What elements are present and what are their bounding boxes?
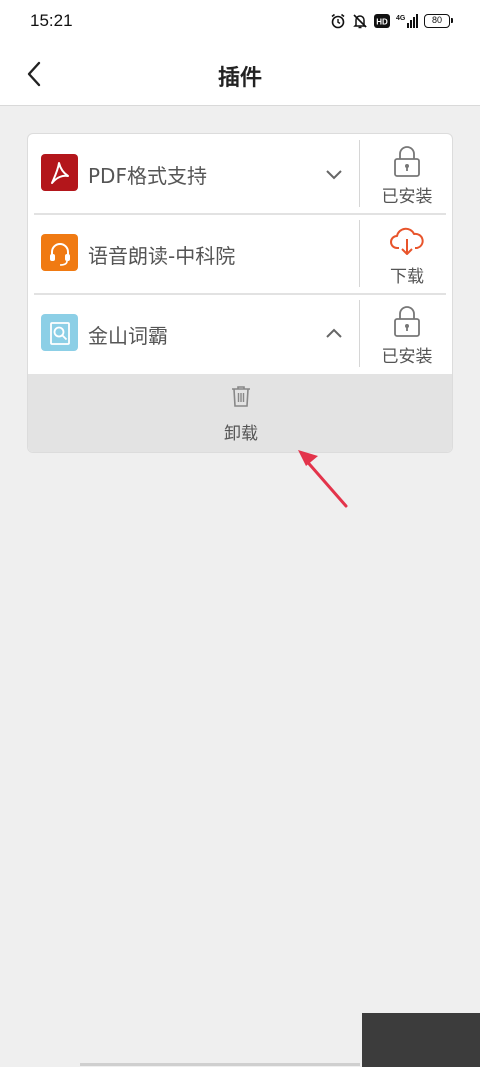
headset-icon <box>41 234 78 271</box>
cloud-download-icon <box>389 222 425 258</box>
battery-icon: 80 <box>424 14 453 28</box>
plugin-item-pdf[interactable]: PDF格式支持 已安装 <box>28 134 452 214</box>
status-label: 已安装 <box>381 186 433 207</box>
svg-text:4G: 4G <box>396 15 406 22</box>
lock-icon <box>393 142 421 178</box>
status-time: 15:21 <box>30 11 73 30</box>
plugin-name: 金山词霸 <box>88 324 168 348</box>
plugin-list: PDF格式支持 已安装 语音朗读-中科院 下载 金山词霸 已安装 卸载 <box>27 133 453 453</box>
hd-icon: HD <box>374 14 390 28</box>
recent-app-thumbnail <box>362 1013 480 1067</box>
plugin-name: 语音朗读-中科院 <box>88 244 236 268</box>
gesture-bar[interactable] <box>80 1063 360 1066</box>
signal-icon: 4G <box>396 13 418 29</box>
lock-icon <box>393 302 421 338</box>
alarm-icon <box>330 13 346 29</box>
chevron-up-icon[interactable] <box>322 322 346 346</box>
uninstall-button[interactable]: 卸载 <box>28 374 452 452</box>
status-bar: 15:21 HD 4G 80 <box>0 0 480 42</box>
annotation-arrow-icon <box>298 450 348 508</box>
svg-text:HD: HD <box>376 18 388 27</box>
mute-bell-icon <box>352 13 368 29</box>
uninstall-label: 卸载 <box>224 423 258 444</box>
nav-bar: 插件 <box>0 42 480 106</box>
dictionary-icon <box>41 314 78 351</box>
download-button[interactable]: 下载 <box>360 214 452 294</box>
status-label: 已安装 <box>381 346 433 367</box>
plugin-name: PDF格式支持 <box>88 164 207 188</box>
install-status-button[interactable]: 已安装 <box>360 134 452 214</box>
plugin-item-dictionary[interactable]: 金山词霸 已安装 <box>28 294 452 374</box>
trash-icon <box>231 385 251 411</box>
chevron-down-icon[interactable] <box>322 162 346 186</box>
install-status-button[interactable]: 已安装 <box>360 294 452 374</box>
page-title: 插件 <box>217 66 262 91</box>
pdf-icon <box>41 154 78 191</box>
plugin-item-tts[interactable]: 语音朗读-中科院 下载 <box>28 214 452 294</box>
status-label: 下载 <box>390 266 424 287</box>
status-icons: HD 4G 80 <box>330 13 453 29</box>
